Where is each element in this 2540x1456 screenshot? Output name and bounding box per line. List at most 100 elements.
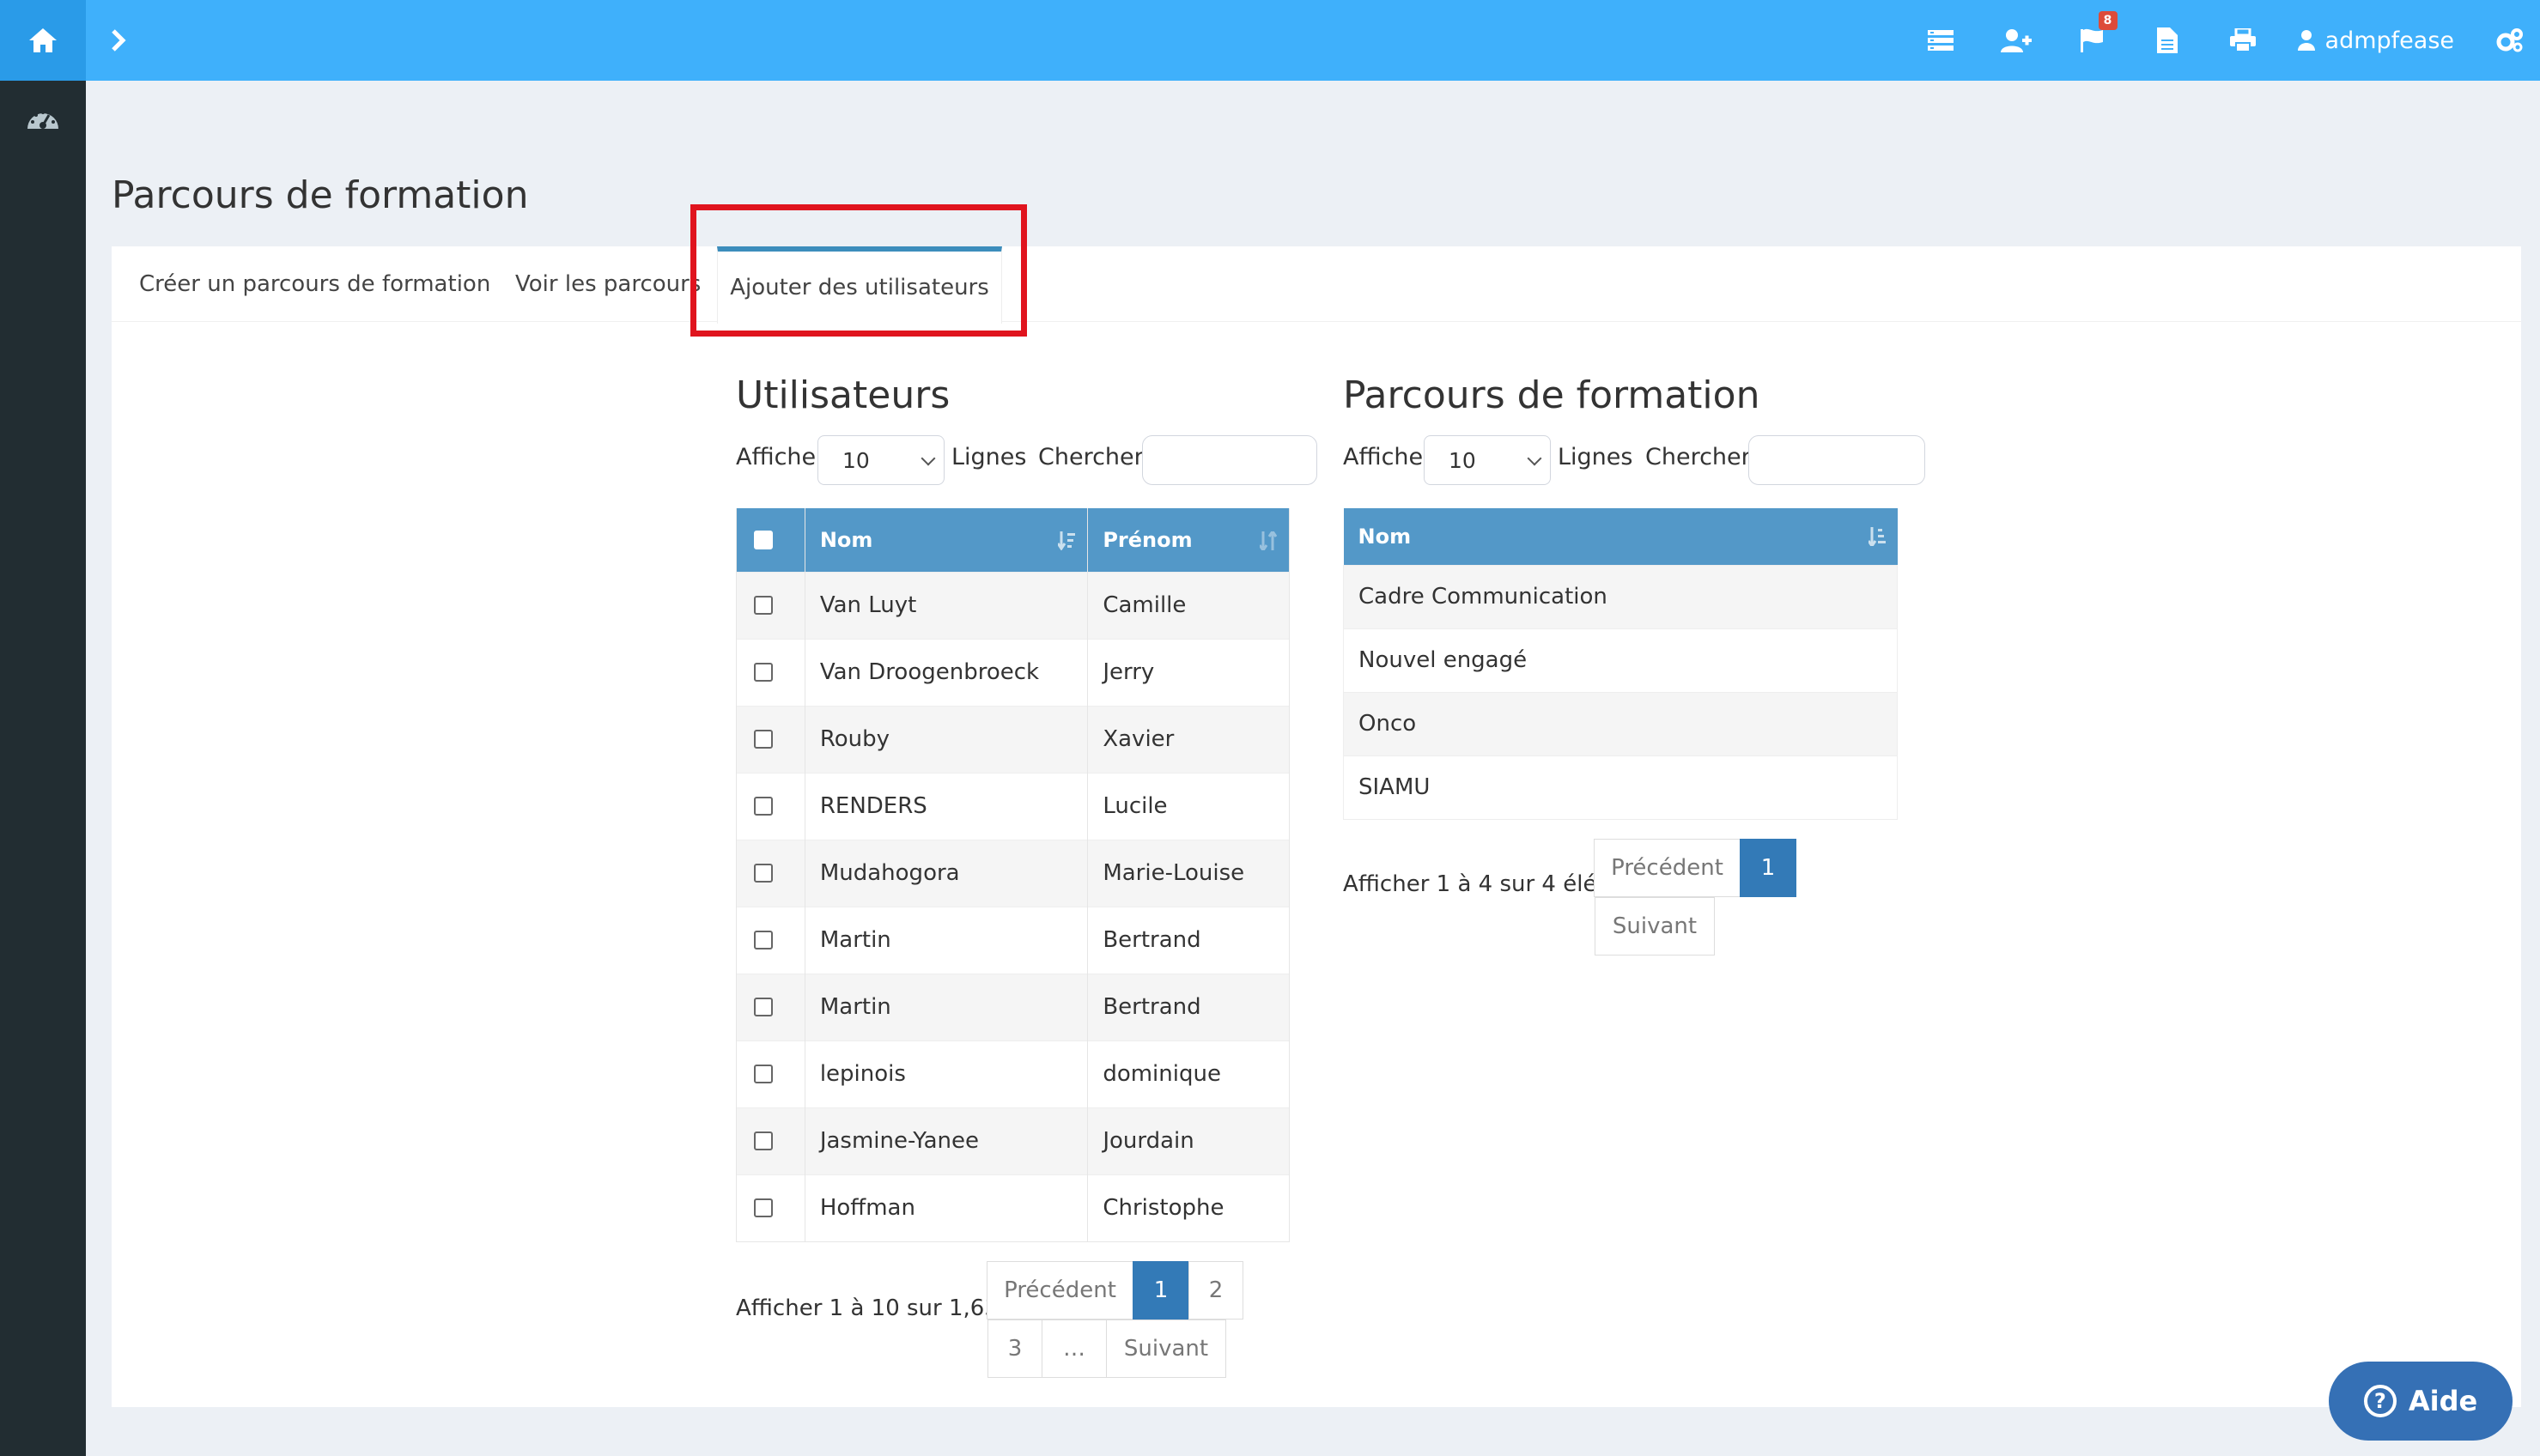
cell-prenom: Marie-Louise — [1087, 839, 1290, 907]
table-row[interactable]: Martin Bertrand — [736, 973, 1290, 1040]
table-row[interactable]: Rouby Xavier — [736, 705, 1290, 773]
courses-search-label: Chercher — [1645, 444, 1751, 470]
column-header-label: Nom — [819, 527, 873, 552]
row-checkbox[interactable] — [754, 864, 773, 883]
print-icon — [2229, 28, 2256, 52]
cell-prenom: dominique — [1087, 1040, 1290, 1107]
file-icon — [2156, 27, 2178, 53]
cell-prenom: Camille — [1087, 571, 1290, 639]
home-button[interactable] — [0, 0, 86, 81]
row-checkbox[interactable] — [754, 663, 773, 682]
tab-view-courses[interactable]: Voir les parcours — [515, 246, 701, 322]
sidebar-toggle-button[interactable] — [101, 21, 136, 60]
users-show-label: Afficher — [736, 444, 826, 470]
tab-highlight-box — [690, 204, 1027, 337]
row-checkbox[interactable] — [754, 797, 773, 816]
row-checkbox[interactable] — [754, 998, 773, 1016]
list-icon — [1927, 30, 1954, 51]
table-row[interactable]: lepinois dominique — [736, 1040, 1290, 1107]
print-button[interactable] — [2205, 0, 2281, 81]
cell-nom: lepinois — [804, 1040, 1089, 1107]
column-header-label: Nom — [1358, 524, 1412, 549]
courses-page-1-button[interactable]: 1 — [1740, 839, 1796, 897]
chevron-down-icon — [1527, 451, 1542, 466]
courses-page-size-value: 10 — [1449, 447, 1476, 473]
document-button[interactable] — [2130, 0, 2205, 81]
cell-nom: Nouvel engagé — [1343, 628, 1898, 692]
row-checkbox[interactable] — [754, 1198, 773, 1217]
users-table: Nom Prénom Van Luyt Camille Van Droogenbr… — [736, 508, 1290, 1242]
cell-nom: Mudahogora — [804, 839, 1089, 907]
help-button[interactable]: ? Aide — [2329, 1362, 2513, 1441]
cell-prenom: Jourdain — [1087, 1107, 1290, 1174]
column-header-label: Prénom — [1103, 527, 1193, 552]
table-row[interactable]: Nouvel engagé — [1343, 628, 1898, 692]
cell-nom: SIAMU — [1343, 755, 1898, 820]
users-lines-label: Lignes — [951, 444, 1027, 470]
cell-prenom: Lucile — [1087, 772, 1290, 840]
user-menu[interactable]: admpfease — [2281, 0, 2480, 81]
sort-icon — [1260, 531, 1277, 550]
table-row[interactable]: Jasmine-Yanee Jourdain — [736, 1107, 1290, 1174]
help-label: Aide — [2408, 1385, 2478, 1417]
top-navbar: 8 admpfease — [0, 0, 2540, 81]
cell-nom: Cadre Communication — [1343, 564, 1898, 628]
notifications-button[interactable]: 8 — [2054, 0, 2130, 81]
table-row[interactable]: Martin Bertrand — [736, 906, 1290, 974]
cell-nom: Van Droogenbroeck — [804, 638, 1089, 706]
sidebar — [0, 81, 86, 1456]
cell-nom: Van Luyt — [804, 571, 1089, 639]
users-page-size-select[interactable]: 10 — [817, 435, 945, 485]
users-search-label: Chercher — [1038, 444, 1144, 470]
courses-pagination: Précédent 1 Suivant — [1594, 839, 1801, 956]
flag-icon — [2080, 28, 2103, 52]
user-icon — [2297, 30, 2315, 51]
settings-button[interactable] — [2480, 0, 2540, 81]
cell-nom: Martin — [804, 973, 1089, 1040]
sort-asc-icon — [1868, 527, 1886, 546]
tab-bar: Créer un parcours de formation Voir les … — [112, 246, 2521, 324]
table-row[interactable]: Hoffman Christophe — [736, 1174, 1290, 1242]
courses-page-size-select[interactable]: 10 — [1424, 435, 1551, 485]
users-page-2-button[interactable]: 2 — [1188, 1261, 1243, 1320]
list-button[interactable] — [1903, 0, 1978, 81]
notification-badge: 8 — [2098, 11, 2118, 30]
add-user-button[interactable] — [1978, 0, 2054, 81]
table-row[interactable]: Van Droogenbroeck Jerry — [736, 638, 1290, 706]
content-box: Créer un parcours de formation Voir les … — [112, 246, 2521, 1407]
courses-show-label: Afficher — [1343, 444, 1433, 470]
cell-prenom: Bertrand — [1087, 973, 1290, 1040]
tab-create-course[interactable]: Créer un parcours de formation — [139, 246, 490, 322]
table-row[interactable]: Van Luyt Camille — [736, 571, 1290, 639]
courses-next-button[interactable]: Suivant — [1595, 897, 1715, 956]
row-checkbox[interactable] — [754, 1065, 773, 1083]
courses-prev-button[interactable]: Précédent — [1594, 839, 1741, 897]
users-page-1-button[interactable]: 1 — [1133, 1261, 1189, 1320]
table-row[interactable]: Mudahogora Marie-Louise — [736, 839, 1290, 907]
select-all-checkbox[interactable] — [754, 530, 773, 549]
cell-prenom: Christophe — [1087, 1174, 1290, 1242]
table-row[interactable]: Cadre Communication — [1343, 564, 1898, 628]
table-row[interactable]: SIAMU — [1343, 755, 1898, 820]
users-search-input[interactable] — [1142, 435, 1317, 485]
courses-search-input[interactable] — [1748, 435, 1925, 485]
users-next-button[interactable]: Suivant — [1106, 1320, 1226, 1378]
row-checkbox[interactable] — [754, 1131, 773, 1150]
cell-nom: Hoffman — [804, 1174, 1089, 1242]
table-row[interactable]: RENDERS Lucile — [736, 772, 1290, 840]
cell-nom: Onco — [1343, 691, 1898, 755]
sort-desc-icon — [1058, 531, 1076, 550]
column-header-prenom[interactable]: Prénom — [1087, 508, 1290, 572]
column-header-nom[interactable]: Nom — [804, 508, 1089, 572]
users-page-ellipsis: … — [1042, 1320, 1107, 1378]
cell-prenom: Xavier — [1087, 705, 1290, 773]
question-icon: ? — [2363, 1385, 2397, 1417]
row-checkbox[interactable] — [754, 596, 773, 615]
table-row[interactable]: Onco — [1343, 691, 1898, 755]
users-page-3-button[interactable]: 3 — [987, 1320, 1042, 1378]
sidebar-item-dashboard[interactable] — [26, 106, 60, 134]
column-header-nom[interactable]: Nom — [1343, 508, 1898, 565]
row-checkbox[interactable] — [754, 931, 773, 949]
row-checkbox[interactable] — [754, 730, 773, 749]
users-prev-button[interactable]: Précédent — [987, 1261, 1133, 1320]
